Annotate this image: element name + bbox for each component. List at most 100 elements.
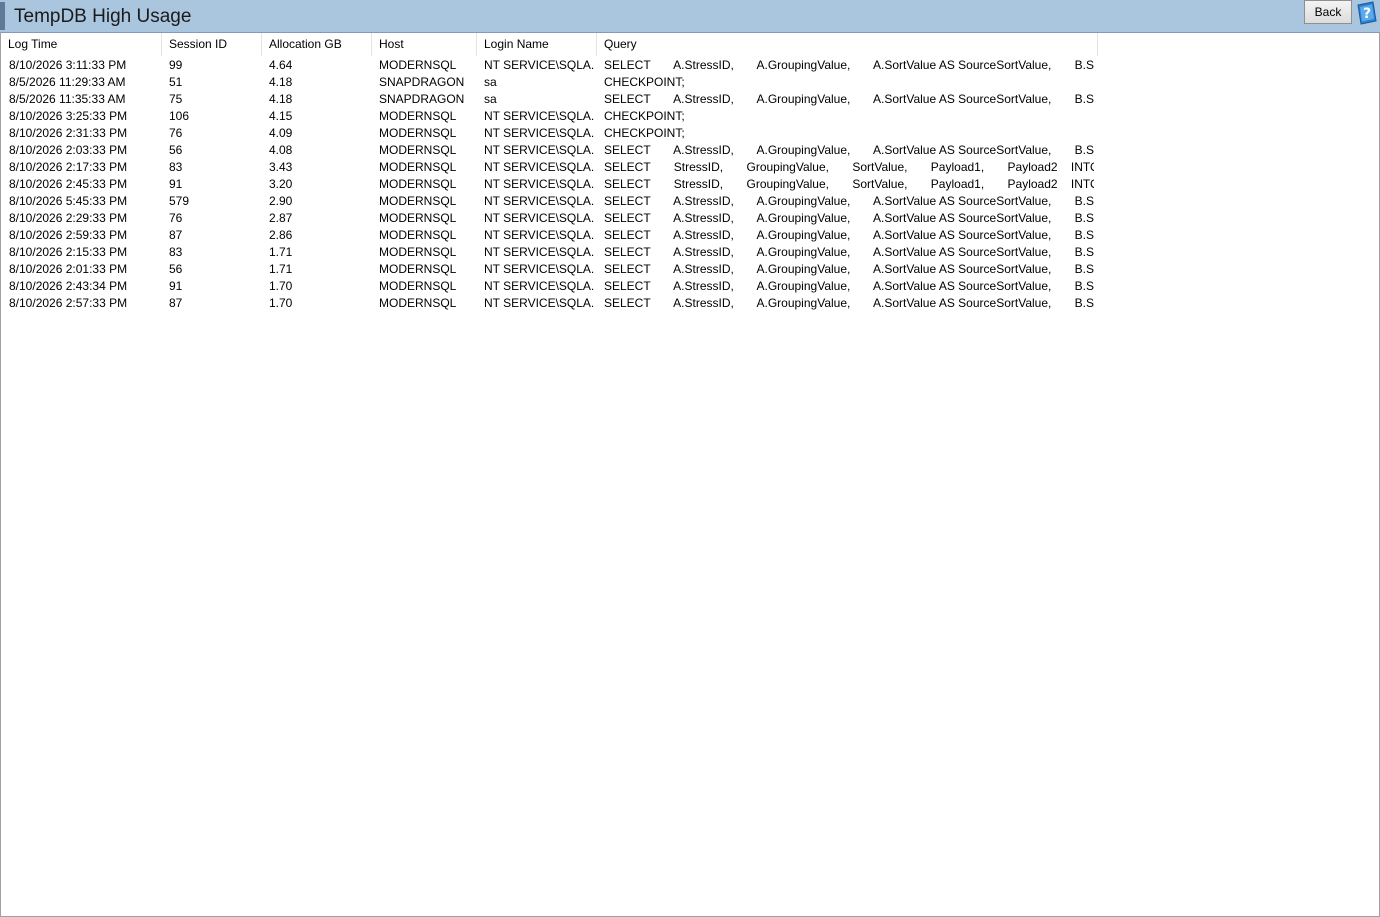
cell-allocation-gb: 4.08 — [269, 143, 293, 157]
cell-login-name: sa — [484, 92, 497, 106]
table-row[interactable]: 8/10/2026 2:43:34 PM 91 1.70 MODERNSQL NT SE… — [1, 278, 1101, 295]
cell-log-time: 8/10/2026 3:25:33 PM — [9, 109, 128, 123]
cell-allocation-gb: 1.71 — [269, 245, 293, 259]
cell-host: MODERNSQL — [379, 262, 457, 276]
cell-login-name: NT SERVICE\SQLA... — [484, 143, 594, 157]
cell-allocation-gb: 4.18 — [269, 92, 293, 106]
column-header-log-time[interactable]: Log Time — [1, 33, 162, 56]
cell-session-id: 83 — [169, 245, 183, 259]
cell-host: MODERNSQL — [379, 126, 457, 140]
title-accent — [0, 2, 5, 30]
table-row[interactable]: 8/10/2026 2:15:33 PM 83 1.71 MODERNSQL NT SE… — [1, 244, 1101, 261]
page-title: TempDB High Usage — [14, 6, 192, 27]
table-row[interactable]: 8/10/2026 2:31:33 PM 76 4.09 MODERNSQL NT SE… — [1, 125, 1101, 142]
table-row[interactable]: 8/10/2026 5:45:33 PM 579 2.90 MODERNSQL NT S… — [1, 193, 1101, 210]
cell-log-time: 8/10/2026 2:17:33 PM — [9, 160, 128, 174]
cell-login-name: NT SERVICE\SQLA... — [484, 211, 594, 225]
cell-query: SELECT A.StressID, A.GroupingValue, A.So… — [604, 211, 1094, 225]
cell-query: SELECT StressID, GroupingValue, SortValu… — [604, 160, 1094, 174]
table-row[interactable]: 8/10/2026 3:25:33 PM 106 4.15 MODERNSQL NT S… — [1, 108, 1101, 125]
table-row[interactable]: 8/10/2026 2:59:33 PM 87 2.86 MODERNSQL NT SE… — [1, 227, 1101, 244]
cell-login-name: NT SERVICE\SQLA... — [484, 126, 594, 140]
cell-login-name: NT SERVICE\SQLA... — [484, 262, 594, 276]
help-question-icon[interactable]: ? — [1355, 1, 1377, 25]
cell-session-id: 75 — [169, 92, 183, 106]
table-row[interactable]: 8/10/2026 2:57:33 PM 87 1.70 MODERNSQL NT SE… — [1, 295, 1101, 312]
cell-query: SELECT A.StressID, A.GroupingValue, A.So… — [604, 143, 1094, 157]
cell-log-time: 8/10/2026 2:59:33 PM — [9, 228, 128, 242]
cell-host: MODERNSQL — [379, 177, 457, 191]
cell-login-name: NT SERVICE\SQLA... — [484, 58, 594, 72]
cell-query: SELECT A.StressID, A.GroupingValue, A.So… — [604, 194, 1094, 208]
cell-log-time: 8/10/2026 5:45:33 PM — [9, 194, 128, 208]
cell-allocation-gb: 2.90 — [269, 194, 293, 208]
cell-host: MODERNSQL — [379, 296, 457, 310]
cell-session-id: 56 — [169, 262, 183, 276]
cell-session-id: 91 — [169, 279, 183, 293]
cell-host: MODERNSQL — [379, 211, 457, 225]
cell-allocation-gb: 1.70 — [269, 279, 293, 293]
cell-allocation-gb: 4.18 — [269, 75, 293, 89]
cell-allocation-gb: 1.70 — [269, 296, 293, 310]
cell-query: SELECT A.StressID, A.GroupingValue, A.So… — [604, 279, 1094, 293]
cell-login-name: sa — [484, 75, 497, 89]
cell-login-name: NT SERVICE\SQLA... — [484, 109, 594, 123]
cell-host: MODERNSQL — [379, 58, 457, 72]
cell-log-time: 8/10/2026 2:45:33 PM — [9, 177, 128, 191]
cell-login-name: NT SERVICE\SQLA... — [484, 228, 594, 242]
cell-host: MODERNSQL — [379, 143, 457, 157]
cell-query: CHECKPOINT; — [604, 126, 685, 140]
table-row[interactable]: 8/10/2026 3:11:33 PM 99 4.64 MODERNSQL NT SE… — [1, 57, 1101, 74]
cell-allocation-gb: 3.43 — [269, 160, 293, 174]
cell-log-time: 8/10/2026 2:29:33 PM — [9, 211, 128, 225]
cell-query: SELECT A.StressID, A.GroupingValue, A.So… — [604, 92, 1094, 106]
cell-host: MODERNSQL — [379, 228, 457, 242]
cell-log-time: 8/10/2026 2:43:34 PM — [9, 279, 128, 293]
cell-log-time: 8/5/2026 11:29:33 AM — [9, 75, 126, 89]
column-header-allocation-gb[interactable]: Allocation GB — [262, 33, 372, 56]
cell-query: SELECT A.StressID, A.GroupingValue, A.So… — [604, 296, 1094, 310]
cell-session-id: 106 — [169, 109, 190, 123]
table-row[interactable]: 8/10/2026 2:45:33 PM 91 3.20 MODERNSQL NT SE… — [1, 176, 1101, 193]
cell-session-id: 87 — [169, 228, 183, 242]
cell-host: SNAPDRAGON — [379, 92, 465, 106]
cell-session-id: 579 — [169, 194, 190, 208]
cell-allocation-gb: 4.64 — [269, 58, 293, 72]
cell-allocation-gb: 1.71 — [269, 262, 293, 276]
table-row[interactable]: 8/10/2026 2:03:33 PM 56 4.08 MODERNSQL NT SE… — [1, 142, 1101, 159]
column-header-login-name[interactable]: Login Name — [477, 33, 597, 56]
cell-session-id: 83 — [169, 160, 183, 174]
column-header-query[interactable]: Query — [597, 33, 1098, 56]
cell-session-id: 87 — [169, 296, 183, 310]
cell-login-name: NT SERVICE\SQLA... — [484, 177, 594, 191]
cell-query: SELECT A.StressID, A.GroupingValue, A.So… — [604, 245, 1094, 259]
cell-host: SNAPDRAGON — [379, 75, 465, 89]
cell-log-time: 8/10/2026 2:57:33 PM — [9, 296, 128, 310]
cell-log-time: 8/10/2026 3:11:33 PM — [9, 58, 127, 72]
column-header-host[interactable]: Host — [372, 33, 477, 56]
column-header-session-id[interactable]: Session ID — [162, 33, 262, 56]
back-button[interactable]: Back — [1304, 0, 1352, 24]
cell-log-time: 8/10/2026 2:03:33 PM — [9, 143, 128, 157]
cell-query: CHECKPOINT; — [604, 75, 685, 89]
cell-query: SELECT StressID, GroupingValue, SortValu… — [604, 177, 1094, 191]
cell-session-id: 99 — [169, 58, 183, 72]
table-row[interactable]: 8/5/2026 11:35:33 AM 75 4.18 SNAPDRAGON sa SE… — [1, 91, 1101, 108]
cell-host: MODERNSQL — [379, 109, 457, 123]
cell-query: CHECKPOINT; — [604, 109, 685, 123]
cell-query: SELECT A.StressID, A.GroupingValue, A.So… — [604, 58, 1094, 72]
cell-login-name: NT SERVICE\SQLA... — [484, 160, 594, 174]
cell-query: SELECT A.StressID, A.GroupingValue, A.So… — [604, 228, 1094, 242]
cell-login-name: NT SERVICE\SQLA... — [484, 194, 594, 208]
table-row[interactable]: 8/10/2026 2:29:33 PM 76 2.87 MODERNSQL NT SE… — [1, 210, 1101, 227]
cell-log-time: 8/10/2026 2:31:33 PM — [9, 126, 128, 140]
results-grid[interactable]: Log Time Session ID Allocation GB Host Login… — [0, 32, 1380, 917]
cell-session-id: 56 — [169, 143, 183, 157]
table-row[interactable]: 8/10/2026 2:17:33 PM 83 3.43 MODERNSQL NT SE… — [1, 159, 1101, 176]
cell-host: MODERNSQL — [379, 279, 457, 293]
cell-allocation-gb: 4.15 — [269, 109, 293, 123]
table-row[interactable]: 8/5/2026 11:29:33 AM 51 4.18 SNAPDRAGON sa CH… — [1, 74, 1101, 91]
cell-session-id: 91 — [169, 177, 183, 191]
cell-log-time: 8/5/2026 11:35:33 AM — [9, 92, 126, 106]
table-row[interactable]: 8/10/2026 2:01:33 PM 56 1.71 MODERNSQL NT SE… — [1, 261, 1101, 278]
